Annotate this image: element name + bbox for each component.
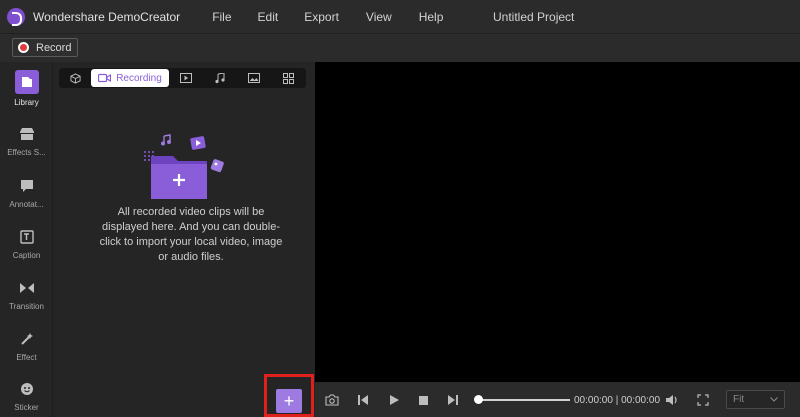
sidebar-item-annotation[interactable]: Annotat... xyxy=(0,176,53,209)
magic-wand-icon xyxy=(16,329,38,349)
tab-image[interactable] xyxy=(237,68,271,88)
tab-media[interactable] xyxy=(169,68,203,88)
menu-edit[interactable]: Edit xyxy=(258,10,279,24)
menu-view[interactable]: View xyxy=(366,10,392,24)
library-icon xyxy=(14,70,39,94)
menu-file[interactable]: File xyxy=(212,10,231,24)
store-icon xyxy=(16,124,38,144)
sidebar-item-label: Caption xyxy=(12,251,41,260)
chevron-down-icon xyxy=(770,397,778,402)
tab-grid[interactable] xyxy=(271,68,305,88)
sidebar-item-effects-store[interactable]: Effects S... xyxy=(0,124,53,157)
menu-help[interactable]: Help xyxy=(419,10,444,24)
preview-canvas xyxy=(315,62,800,382)
play-icon xyxy=(389,395,399,405)
sidebar-item-label: Sticker xyxy=(14,403,39,412)
record-bar: Record xyxy=(0,33,800,62)
title-bar: Wondershare DemoCreator File Edit Export… xyxy=(0,0,800,33)
video-camera-icon xyxy=(98,73,112,83)
previous-frame-button[interactable] xyxy=(357,393,369,407)
sidebar-item-caption[interactable]: Caption xyxy=(0,227,53,260)
library-tabs: Recording xyxy=(59,68,306,88)
snapshot-button[interactable] xyxy=(325,393,339,407)
sidebar-item-label: Effects S... xyxy=(7,148,46,157)
play-media-icon xyxy=(180,73,192,83)
tab-audio[interactable] xyxy=(203,68,237,88)
empty-library-message: All recorded video clips will be display… xyxy=(99,206,283,263)
sidebar-item-label: Library xyxy=(14,98,39,107)
sidebar-item-library[interactable]: Library xyxy=(0,70,53,107)
music-note-icon xyxy=(215,72,225,83)
tab-recording-label: Recording xyxy=(116,72,162,84)
zoom-fit-select[interactable]: Fit xyxy=(726,390,785,409)
record-button[interactable]: Record xyxy=(12,38,78,57)
menu-export[interactable]: Export xyxy=(304,10,339,24)
caption-icon xyxy=(16,227,38,247)
transition-icon xyxy=(16,278,38,298)
play-button[interactable] xyxy=(388,393,400,407)
menu-bar: File Edit Export View Help xyxy=(212,10,476,24)
playback-progress-track[interactable] xyxy=(478,399,570,401)
sidebar-item-label: Effect xyxy=(16,353,37,362)
sidebar-item-transition[interactable]: Transition xyxy=(0,278,53,311)
next-frame-button[interactable] xyxy=(447,393,459,407)
tab-3d[interactable] xyxy=(59,68,91,88)
grid-icon xyxy=(282,72,294,84)
cube-icon xyxy=(69,72,81,84)
playback-scrubber-handle[interactable] xyxy=(474,395,483,404)
tab-recording[interactable]: Recording xyxy=(91,69,169,87)
image-icon xyxy=(248,73,260,83)
sticker-icon xyxy=(16,379,38,399)
fullscreen-button[interactable] xyxy=(696,393,710,407)
speaker-icon xyxy=(666,395,677,405)
zoom-fit-value: Fit xyxy=(733,394,745,405)
app-name: Wondershare DemoCreator xyxy=(33,9,181,24)
stop-button[interactable] xyxy=(417,393,429,407)
skip-back-icon xyxy=(358,395,368,405)
sidebar-item-label: Annotat... xyxy=(9,200,44,209)
project-title: Untitled Project xyxy=(493,10,575,24)
stop-icon xyxy=(418,395,428,405)
camera-icon xyxy=(325,394,339,406)
record-dot-icon xyxy=(18,42,29,53)
empty-library-folder-icon xyxy=(139,130,234,202)
sidebar-item-label: Transition xyxy=(9,302,44,311)
player-controls: 00:00:00 | 00:00:00 Fit xyxy=(315,382,800,417)
annotation-icon xyxy=(16,176,38,196)
sidebar-item-sticker[interactable]: Sticker xyxy=(0,379,53,412)
fullscreen-icon xyxy=(697,394,709,406)
skip-forward-icon xyxy=(448,395,458,405)
add-media-button[interactable]: + xyxy=(276,389,302,413)
app-logo-icon xyxy=(7,7,25,26)
record-label: Record xyxy=(36,41,72,54)
sidebar-item-effect[interactable]: Effect xyxy=(0,329,53,362)
library-panel: Recording All recorded video clips will … xyxy=(54,62,314,417)
volume-button[interactable] xyxy=(665,393,679,407)
timecode-display: 00:00:00 | 00:00:00 xyxy=(574,395,661,406)
sidebar-rail: Library Effects S... Annotat... Caption … xyxy=(0,62,53,417)
